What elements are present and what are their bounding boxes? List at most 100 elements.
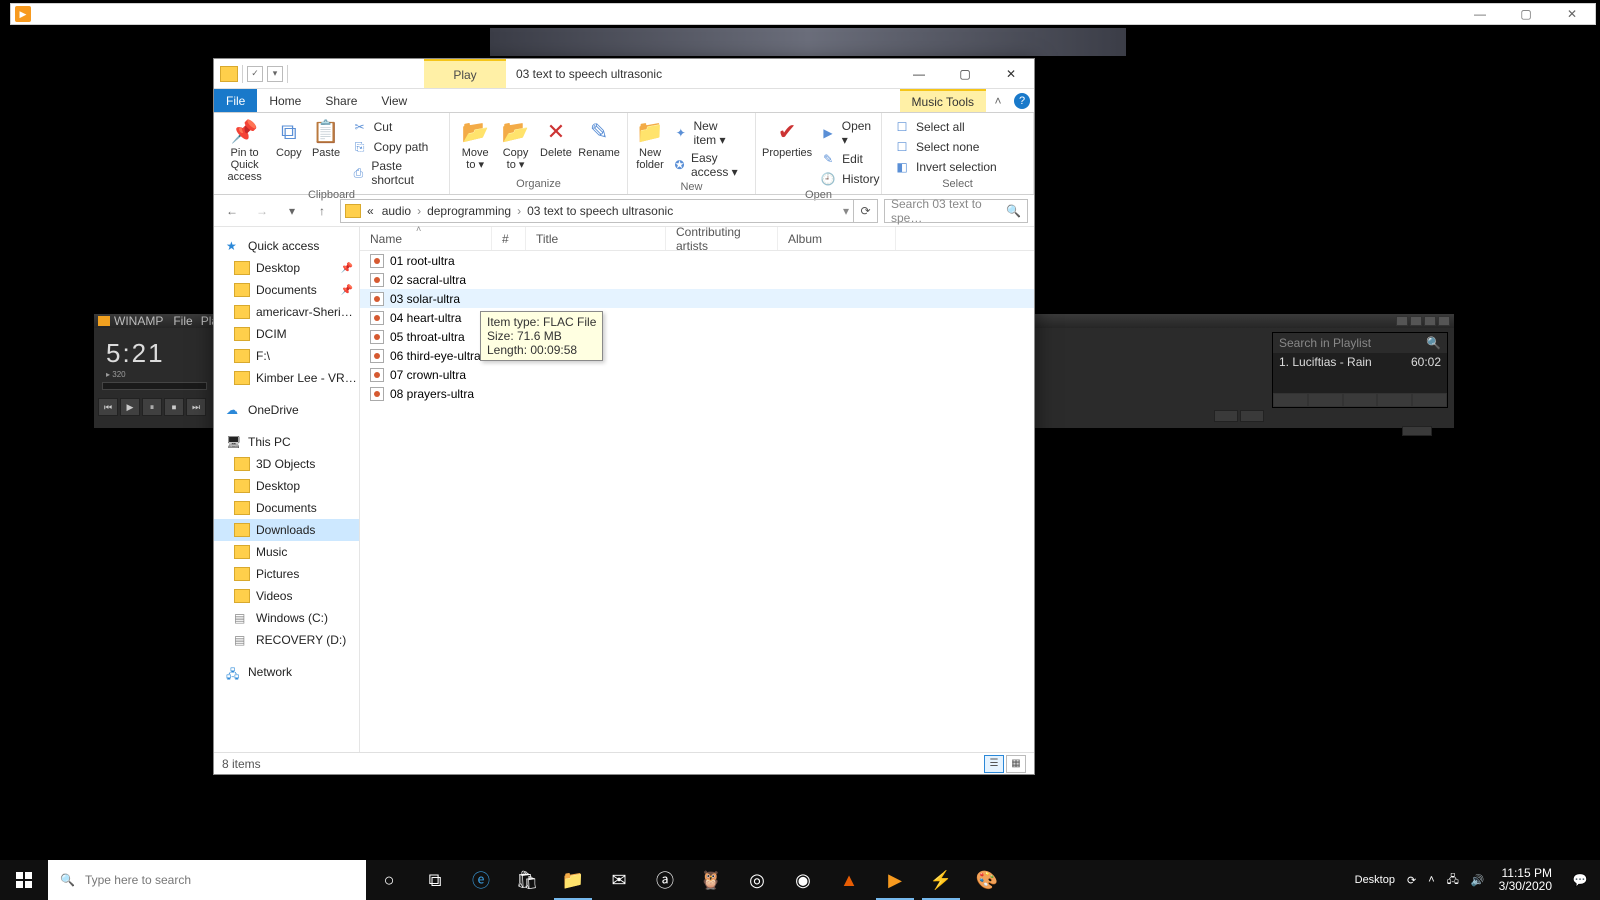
sidebar-item[interactable]: Music — [214, 541, 359, 563]
breadcrumb[interactable]: deprogramming — [425, 204, 513, 218]
copy-to-button[interactable]: 📂Copy to ▾ — [496, 117, 534, 171]
tray-volume-icon[interactable]: 🔊 — [1465, 860, 1491, 900]
paint-icon[interactable]: 🎨 — [964, 860, 1010, 900]
qat-newfolder-icon[interactable]: ▾ — [267, 66, 283, 82]
winamp-shade-icon[interactable] — [1410, 316, 1422, 326]
paste-shortcut-button[interactable]: ⎙Paste shortcut — [346, 157, 443, 189]
select-none-button[interactable]: ☐Select none — [888, 137, 1003, 157]
copy-path-button[interactable]: ⎘Copy path — [346, 137, 443, 157]
tab-music-tools[interactable]: Music Tools — [900, 89, 986, 112]
sidebar-item[interactable]: DCIM — [214, 323, 359, 345]
new-item-button[interactable]: ✦New item ▾ — [668, 117, 749, 149]
sidebar-item-quick-access[interactable]: Quick access — [214, 235, 359, 257]
media-player-taskbar-icon[interactable]: ▶ — [872, 860, 918, 900]
file-row[interactable]: 04 heart-ultra — [360, 308, 1034, 327]
file-row[interactable]: 03 solar-ultra — [360, 289, 1034, 308]
winamp-menu-file[interactable]: File — [173, 314, 192, 328]
breadcrumb[interactable]: « — [365, 204, 376, 218]
file-row[interactable]: 08 prayers-ultra — [360, 384, 1034, 403]
properties-button[interactable]: ✔Properties — [762, 117, 812, 159]
copy-button[interactable]: ⧉ Copy — [271, 117, 306, 159]
sidebar-item[interactable]: Desktop📌 — [214, 257, 359, 279]
column-headers[interactable]: ˄ Name # Title Contributing artists Albu… — [360, 227, 1034, 251]
explorer-titlebar[interactable]: ✓ ▾ Play 03 text to speech ultrasonic — … — [214, 59, 1034, 89]
pl-list-button[interactable] — [1412, 393, 1447, 407]
column-album[interactable]: Album — [778, 227, 896, 250]
refresh-button[interactable]: ⟳ — [854, 199, 878, 223]
tray-clock[interactable]: 11:15 PM 3/30/2020 — [1491, 867, 1560, 893]
select-all-button[interactable]: ☐Select all — [888, 117, 1003, 137]
sidebar-item[interactable]: Downloads — [214, 519, 359, 541]
ribbon-collapse-icon[interactable]: ˄ — [986, 89, 1010, 112]
cut-button[interactable]: ✂Cut — [346, 117, 443, 137]
invert-selection-button[interactable]: ◧Invert selection — [888, 157, 1003, 177]
tab-file[interactable]: File — [214, 89, 257, 112]
winamp-prev-button[interactable]: ⏮ — [98, 398, 118, 416]
navigation-pane[interactable]: Quick access Desktop📌Documents📌americavr… — [214, 227, 360, 752]
sidebar-item-network[interactable]: Network — [214, 661, 359, 683]
recent-locations-button[interactable]: ▾ — [280, 199, 304, 223]
vlc-icon[interactable]: ▲ — [826, 860, 872, 900]
sidebar-item[interactable]: Videos — [214, 585, 359, 607]
show-desktop-label[interactable]: Desktop — [1349, 860, 1401, 900]
sidebar-item-this-pc[interactable]: This PC — [214, 431, 359, 453]
taskbar-search[interactable]: 🔍 Type here to search — [48, 860, 366, 900]
file-row[interactable]: 05 throat-ultra — [360, 327, 1034, 346]
history-button[interactable]: 🕘History — [814, 169, 885, 189]
open-button[interactable]: ▶Open ▾ — [814, 117, 885, 149]
sidebar-item[interactable]: Kimber Lee - VR Pac — [214, 367, 359, 389]
file-row[interactable]: 02 sacral-ultra — [360, 270, 1034, 289]
tab-home[interactable]: Home — [257, 89, 313, 112]
pl-add-button[interactable] — [1273, 393, 1308, 407]
winamp-playlist-row[interactable]: 1. Luciftias - Rain 60:02 — [1273, 353, 1447, 371]
action-center-icon[interactable]: 💬 — [1560, 873, 1600, 887]
pin-to-quick-access-button[interactable]: 📌 Pin to Quick access — [220, 117, 269, 183]
breadcrumb[interactable]: 03 text to speech ultrasonic — [525, 204, 675, 218]
explorer-taskbar-icon[interactable]: 📁 — [550, 860, 596, 900]
sidebar-item[interactable]: Documents — [214, 497, 359, 519]
winamp-seek-bar[interactable] — [102, 382, 207, 390]
winamp-eq-btn-1[interactable] — [1214, 410, 1238, 422]
app-icon-1[interactable]: ◎ — [734, 860, 780, 900]
file-row[interactable]: 07 crown-ultra — [360, 365, 1034, 384]
taskbar[interactable]: 🔍 Type here to search ○ ⧉ ⓔ 🛍 📁 ✉ ⓐ 🦉 ◎ … — [0, 860, 1600, 900]
tripadvisor-icon[interactable]: 🦉 — [688, 860, 734, 900]
close-button[interactable]: ✕ — [988, 59, 1034, 88]
tab-share[interactable]: Share — [313, 89, 369, 112]
new-folder-button[interactable]: 📁New folder — [634, 117, 666, 171]
rename-button[interactable]: ✎Rename — [577, 117, 621, 159]
back-button[interactable]: ← — [220, 199, 244, 223]
pl-misc-button[interactable] — [1377, 393, 1412, 407]
bg-minimize-button[interactable]: — — [1457, 3, 1503, 25]
sidebar-item[interactable]: F:\ — [214, 345, 359, 367]
bg-close-button[interactable]: ✕ — [1549, 3, 1595, 25]
tray-network-icon[interactable]: 🖧 — [1441, 860, 1465, 900]
tab-view[interactable]: View — [369, 89, 419, 112]
delete-button[interactable]: ✕Delete — [537, 117, 575, 159]
edit-button[interactable]: ✎Edit — [814, 149, 885, 169]
winamp-playlist-search[interactable]: Search in Playlist 🔍 — [1273, 333, 1447, 353]
sidebar-item[interactable]: Windows (C:) — [214, 607, 359, 629]
thumbnails-view-button[interactable]: ▦ — [1006, 755, 1026, 773]
cortana-icon[interactable]: ○ — [366, 860, 412, 900]
chevron-right-icon[interactable]: › — [417, 204, 421, 218]
move-to-button[interactable]: 📂Move to ▾ — [456, 117, 494, 171]
address-dropdown-icon[interactable]: ▾ — [843, 204, 849, 218]
sidebar-item-onedrive[interactable]: OneDrive — [214, 399, 359, 421]
up-button[interactable]: ↑ — [310, 199, 334, 223]
winamp-next-button[interactable]: ⏭ — [186, 398, 206, 416]
pl-rem-button[interactable] — [1308, 393, 1343, 407]
winamp-close-icon[interactable] — [1438, 316, 1450, 326]
sidebar-item[interactable]: RECOVERY (D:) — [214, 629, 359, 651]
amazon-icon[interactable]: ⓐ — [642, 860, 688, 900]
sidebar-item[interactable]: 3D Objects — [214, 453, 359, 475]
winamp-max-icon[interactable] — [1424, 316, 1436, 326]
winamp-taskbar-icon[interactable]: ⚡ — [918, 860, 964, 900]
tray-sync-icon[interactable]: ⟳ — [1401, 860, 1422, 900]
address-bar[interactable]: « audio › deprogramming › 03 text to spe… — [340, 199, 854, 223]
app-icon-2[interactable]: ◉ — [780, 860, 826, 900]
file-row[interactable]: 06 third-eye-ultra — [360, 346, 1034, 365]
maximize-button[interactable]: ▢ — [942, 59, 988, 88]
sidebar-item[interactable]: Desktop — [214, 475, 359, 497]
winamp-play-button[interactable]: ▶ — [120, 398, 140, 416]
